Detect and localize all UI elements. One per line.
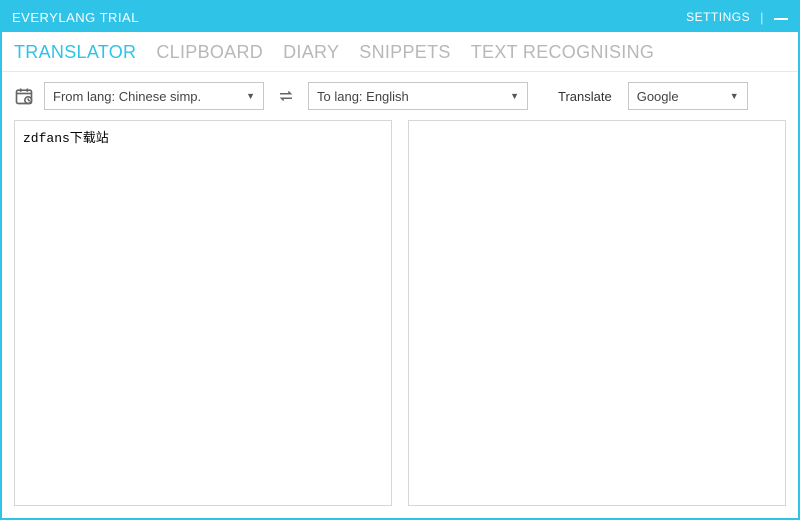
translation-panels: zdfans下载站 xyxy=(2,120,798,518)
tab-bar: TRANSLATOR CLIPBOARD DIARY SNIPPETS TEXT… xyxy=(2,32,798,72)
translate-label: Translate xyxy=(558,89,612,104)
translated-text-output[interactable] xyxy=(408,120,786,506)
engine-value: Google xyxy=(637,89,679,104)
chevron-down-icon: ▼ xyxy=(510,91,519,101)
tab-translator[interactable]: TRANSLATOR xyxy=(12,38,138,71)
titlebar-divider: | xyxy=(760,10,764,25)
tab-diary[interactable]: DIARY xyxy=(281,38,341,71)
toolbar: From lang: Chinese simp. ▼ To lang: Engl… xyxy=(2,72,798,120)
to-language-value: To lang: English xyxy=(317,89,409,104)
tab-clipboard[interactable]: CLIPBOARD xyxy=(154,38,265,71)
app-window: EVERYLANG TRIAL SETTINGS | TRANSLATOR CL… xyxy=(0,0,800,520)
tab-text-recognising[interactable]: TEXT RECOGNISING xyxy=(469,38,657,71)
swap-languages-button[interactable] xyxy=(274,86,298,106)
engine-select[interactable]: Google ▼ xyxy=(628,82,748,110)
to-language-select[interactable]: To lang: English ▼ xyxy=(308,82,528,110)
calendar-icon[interactable] xyxy=(14,86,34,106)
minimize-button[interactable] xyxy=(774,18,788,20)
source-text-input[interactable]: zdfans下载站 xyxy=(14,120,392,506)
chevron-down-icon: ▼ xyxy=(730,91,739,101)
titlebar: EVERYLANG TRIAL SETTINGS | xyxy=(2,2,798,32)
settings-link[interactable]: SETTINGS xyxy=(686,10,750,24)
app-title: EVERYLANG TRIAL xyxy=(12,10,686,25)
from-language-select[interactable]: From lang: Chinese simp. ▼ xyxy=(44,82,264,110)
tab-snippets[interactable]: SNIPPETS xyxy=(357,38,452,71)
chevron-down-icon: ▼ xyxy=(246,91,255,101)
from-language-value: From lang: Chinese simp. xyxy=(53,89,201,104)
